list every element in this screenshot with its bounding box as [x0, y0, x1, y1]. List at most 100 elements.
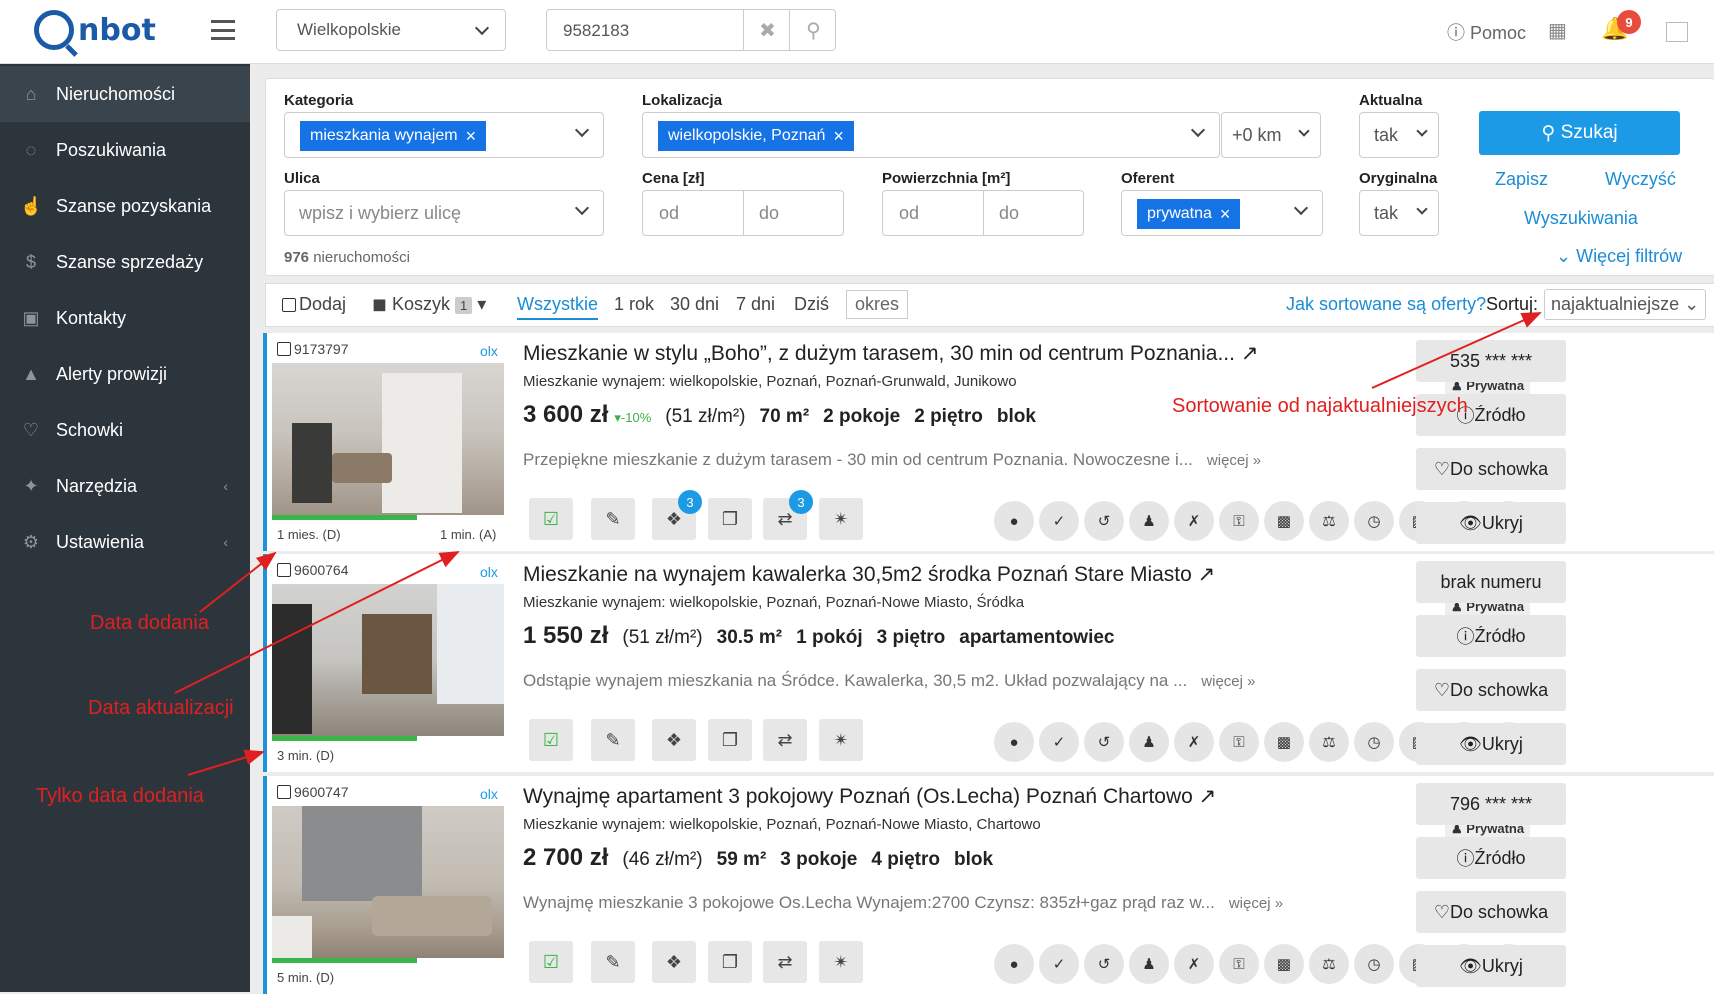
source-button[interactable]: ⓘ Źródło — [1416, 837, 1566, 879]
remove-tag-icon[interactable]: × — [1220, 204, 1231, 225]
offerer-tag[interactable]: prywatna × — [1137, 199, 1241, 229]
check-icon[interactable]: ☑ — [529, 498, 573, 540]
sidebar-item-schowki[interactable]: ♡ Schowki — [0, 402, 250, 458]
tab-year[interactable]: 1 rok — [614, 294, 654, 315]
sidebar-item-poszukiwania[interactable]: ◌ Poszukiwania — [0, 122, 250, 178]
edit-icon[interactable]: ✎ — [591, 719, 635, 761]
tab-today[interactable]: Dziś — [794, 294, 829, 315]
basket-button[interactable]: ◼ Koszyk 1 ▾ — [372, 294, 486, 315]
sidebar-item-szanse-pozyskania[interactable]: ☝ Szanse pozyskania — [0, 178, 250, 234]
source-button[interactable]: ⓘ Źródło — [1416, 615, 1566, 657]
radius-select[interactable]: +0 km — [1221, 112, 1321, 158]
unlink-icon[interactable]: ✴ — [819, 498, 863, 540]
user-icon[interactable]: ♟ — [1129, 501, 1169, 541]
copy-icon[interactable]: ❐ — [708, 941, 752, 983]
location-select[interactable]: wielkopolskie, Poznań × — [642, 112, 1220, 158]
listing-id[interactable]: 9173797 — [277, 341, 349, 357]
undo-icon[interactable]: ↺ — [1084, 944, 1124, 984]
map-marker-icon[interactable]: ● — [994, 501, 1034, 541]
clock-icon[interactable]: ◷ — [1354, 501, 1394, 541]
more-link[interactable]: więcej » — [1201, 673, 1255, 690]
balance-scale-icon[interactable]: ⚖ — [1309, 501, 1349, 541]
search-input[interactable]: 9582183 — [563, 21, 629, 41]
more-filters-link[interactable]: ⌄ Więcej filtrów — [1556, 246, 1682, 267]
map-marker-icon[interactable]: ● — [994, 722, 1034, 762]
map-marker-icon[interactable]: ● — [994, 944, 1034, 984]
unlink-icon[interactable]: ✴ — [819, 719, 863, 761]
retweet-icon[interactable]: ⇄ — [763, 941, 807, 983]
region-select[interactable]: Wielkopolskie — [276, 9, 506, 51]
add-to-clipboard-button[interactable]: ♡ Do schowka — [1416, 669, 1566, 711]
clock-icon[interactable]: ◷ — [1354, 944, 1394, 984]
sidebar-item-narzedzia[interactable]: ✦ Narzędzia ‹ — [0, 458, 250, 514]
menu-toggle-icon[interactable] — [211, 20, 235, 40]
add-to-clipboard-button[interactable]: ♡ Do schowka — [1416, 448, 1566, 490]
cubes-icon[interactable]: ❖ — [652, 941, 696, 983]
sidebar-item-szanse-sprzedazy[interactable]: $ Szanse sprzedaży — [0, 234, 250, 290]
checkmark-icon[interactable]: ✓ — [1039, 722, 1079, 762]
listing-title[interactable]: Mieszkanie w stylu „Boho”, z dużym taras… — [523, 341, 1258, 366]
search-box[interactable]: 9582183 ✖ ⚲ — [546, 9, 836, 51]
area-to-input[interactable]: do — [999, 203, 1019, 224]
listing-photo[interactable] — [272, 806, 504, 958]
user-icon[interactable]: ♟ — [1129, 944, 1169, 984]
listing-id[interactable]: 9600764 — [277, 562, 349, 578]
sidebar-item-alerty[interactable]: ▲ Alerty prowizji — [0, 346, 250, 402]
price-from-input[interactable]: od — [659, 203, 679, 224]
remove-tag-icon[interactable]: × — [466, 126, 477, 147]
checkmark-icon[interactable]: ✓ — [1039, 944, 1079, 984]
location-tag[interactable]: wielkopolskie, Poznań × — [658, 121, 854, 151]
source-label[interactable]: olx — [480, 786, 498, 802]
check-icon[interactable]: ☑ — [529, 941, 573, 983]
street-select[interactable]: wpisz i wybierz ulicę — [284, 190, 604, 236]
source-label[interactable]: olx — [480, 343, 498, 359]
retweet-icon[interactable]: ⇄ — [763, 719, 807, 761]
phone-button[interactable]: 796 *** *** — [1416, 783, 1566, 825]
hide-button[interactable]: 👁 Ukryj — [1416, 723, 1566, 765]
sidebar-item-ustawienia[interactable]: ⚙ Ustawienia ‹ — [0, 514, 250, 570]
save-link[interactable]: Zapisz — [1495, 169, 1548, 190]
search-button[interactable]: ⚲ Szukaj — [1479, 111, 1680, 155]
external-link-icon[interactable]: ↗ — [1198, 563, 1216, 586]
help-link[interactable]: ⓘ Pomoc — [1447, 19, 1526, 45]
source-label[interactable]: olx — [480, 564, 498, 580]
sidebar-item-kontakty[interactable]: ▣ Kontakty — [0, 290, 250, 346]
sort-select[interactable]: najaktualniejsze ⌄ — [1544, 289, 1707, 320]
listing-title[interactable]: Mieszkanie na wynajem kawalerka 30,5m2 ś… — [523, 562, 1215, 587]
avatar[interactable] — [1666, 22, 1688, 42]
tab-all[interactable]: Wszystkie — [517, 294, 598, 320]
briefcase-icon[interactable]: ▩ — [1264, 501, 1304, 541]
mute-icon[interactable]: ✗ — [1174, 722, 1214, 762]
hide-button[interactable]: 👁 Ukryj — [1416, 502, 1566, 544]
calendar-icon[interactable]: ▦ — [1548, 18, 1567, 43]
copy-icon[interactable]: ❐ — [708, 719, 752, 761]
category-tag[interactable]: mieszkania wynajem × — [300, 121, 487, 151]
current-select[interactable]: tak — [1359, 112, 1439, 158]
area-from-input[interactable]: od — [899, 203, 919, 224]
search-icon[interactable]: ⚲ — [789, 10, 837, 50]
cubes-icon[interactable]: ❖ 3 — [652, 490, 702, 540]
price-to-input[interactable]: do — [759, 203, 779, 224]
listing-photo[interactable] — [272, 584, 504, 736]
balance-scale-icon[interactable]: ⚖ — [1309, 722, 1349, 762]
mute-icon[interactable]: ✗ — [1174, 501, 1214, 541]
sorting-help-link[interactable]: Jak sortowane są oferty? — [1286, 294, 1486, 315]
price-range[interactable]: od do — [642, 190, 844, 236]
add-checkbox[interactable]: Dodaj — [282, 294, 346, 315]
offerer-select[interactable]: prywatna × — [1121, 190, 1323, 236]
key-icon[interactable]: ⚿ — [1219, 944, 1259, 984]
logo[interactable]: nbot — [34, 8, 156, 52]
saved-searches-link[interactable]: Wyszukiwania — [1524, 208, 1638, 229]
more-link[interactable]: więcej » — [1229, 895, 1283, 912]
clear-icon[interactable]: ✖ — [743, 10, 791, 50]
original-select[interactable]: tak — [1359, 190, 1439, 236]
key-icon[interactable]: ⚿ — [1219, 501, 1259, 541]
hide-button[interactable]: 👁 Ukryj — [1416, 945, 1566, 987]
listing-photo[interactable] — [272, 363, 504, 515]
undo-icon[interactable]: ↺ — [1084, 501, 1124, 541]
edit-icon[interactable]: ✎ — [591, 498, 635, 540]
key-icon[interactable]: ⚿ — [1219, 722, 1259, 762]
copy-icon[interactable]: ❐ — [708, 498, 752, 540]
more-link[interactable]: więcej » — [1207, 452, 1261, 469]
checkmark-icon[interactable]: ✓ — [1039, 501, 1079, 541]
